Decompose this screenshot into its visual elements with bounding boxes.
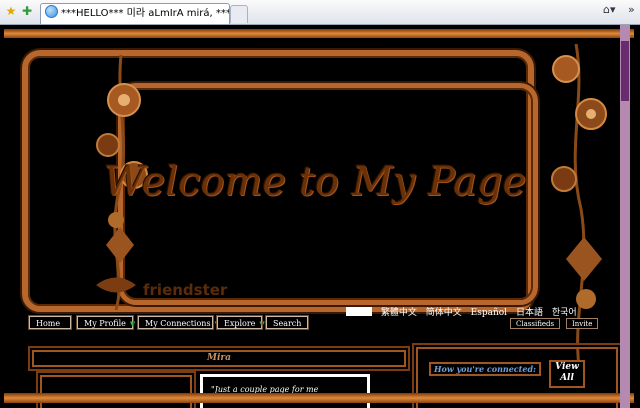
- scrollbar-thumb[interactable]: [621, 41, 629, 101]
- profile-name-bar: Mira: [32, 350, 406, 367]
- page-globe-icon: [45, 5, 58, 18]
- nav-explore-button[interactable]: Explore ▼: [216, 315, 265, 330]
- classifieds-label: Classifieds: [516, 320, 555, 328]
- lang-spanish[interactable]: Español: [471, 308, 507, 318]
- toolbar-overflow-button[interactable]: »: [628, 3, 635, 16]
- nav-home-button[interactable]: Home: [28, 315, 72, 330]
- dropdown-arrow-icon: ▼: [259, 320, 265, 328]
- new-tab-button[interactable]: [230, 5, 248, 23]
- dropdown-arrow-icon: ▼: [129, 320, 136, 328]
- nav-my-connections-button[interactable]: My Connections▼: [137, 315, 220, 330]
- language-bar: 繁體中文 简体中文 Español 日本語 한국어: [346, 305, 583, 319]
- favorites-star-icon[interactable]: ★: [4, 4, 18, 18]
- profile-blurb: "Just a couple page for me: [211, 385, 319, 394]
- profile-name: Mira: [207, 353, 231, 363]
- view-all-line2: All: [560, 373, 574, 383]
- nav-search-button[interactable]: Search: [265, 315, 309, 330]
- add-favorites-icon[interactable]: ✚: [20, 4, 34, 18]
- lang-simplified-chinese[interactable]: 简体中文: [426, 308, 462, 318]
- connections-title: How you're connected:: [429, 362, 541, 376]
- nav-explore-label: Explore: [224, 319, 256, 328]
- profile-photo-panel: [40, 375, 192, 408]
- nav-my-profile-button[interactable]: My Profile ▼: [76, 315, 136, 330]
- language-selected-box[interactable]: [346, 307, 372, 316]
- bottom-border-bar: [4, 393, 634, 403]
- nav-home-label: Home: [36, 319, 61, 328]
- browser-tab-active[interactable]: ***HELLO*** 미라 aLmIrA mirá, ***Welcome..…: [40, 3, 230, 24]
- nav-my-profile-label: My Profile: [84, 319, 126, 328]
- profile-page: Welcome to My Page friendster 繁體中文 简体中文 …: [0, 25, 640, 408]
- lang-traditional-chinese[interactable]: 繁體中文: [381, 308, 417, 318]
- home-icon[interactable]: ⌂▾: [603, 3, 616, 16]
- friendster-logo[interactable]: friendster: [143, 281, 227, 299]
- invite-button[interactable]: Invite: [566, 318, 599, 329]
- browser-toolbar: ★ ✚ ***HELLO*** 미라 aLmIrA mirá, ***Welco…: [0, 0, 640, 25]
- view-all-line1: View: [555, 362, 579, 372]
- lang-japanese[interactable]: 日本語: [516, 308, 543, 318]
- top-border-bar: [4, 29, 634, 38]
- view-all-button[interactable]: View All: [549, 360, 585, 388]
- page-scrollbar[interactable]: [620, 25, 630, 408]
- nav-my-connections-label: My Connections: [145, 319, 211, 328]
- nav-search-label: Search: [273, 319, 302, 328]
- classifieds-button[interactable]: Classifieds: [510, 318, 561, 329]
- lang-korean[interactable]: 한국어: [552, 308, 577, 318]
- banner-headline: Welcome to My Page: [103, 159, 527, 205]
- invite-label: Invite: [572, 320, 593, 328]
- tab-title: ***HELLO*** 미라 aLmIrA mirá, ***Welcome..…: [61, 8, 230, 19]
